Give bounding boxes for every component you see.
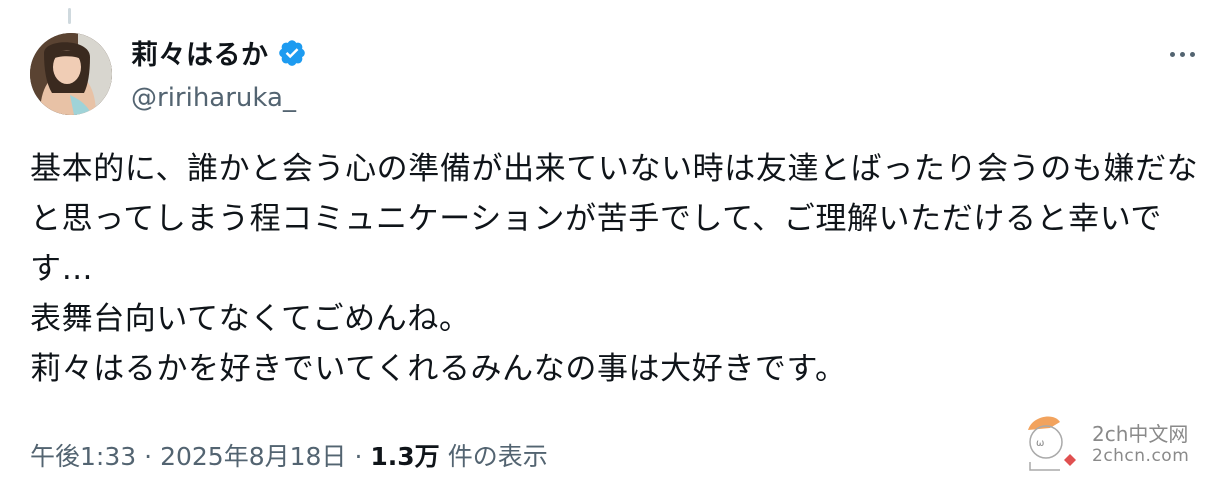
avatar[interactable] [30,33,112,115]
more-dot [1169,51,1175,57]
verified-badge-icon[interactable] [277,38,307,68]
watermark-title: 2ch中文网 [1092,422,1189,446]
more-dot [1179,51,1185,57]
tweet-date[interactable]: 2025年8月18日 [160,437,346,473]
tweet-time[interactable]: 午後1:33 [30,437,136,473]
svg-text:ω: ω [1036,438,1044,449]
more-dot [1189,51,1195,57]
thread-connector-line [68,8,71,24]
view-count-label: 件の表示 [447,442,548,471]
watermark-mascot-icon: ω [1028,416,1076,471]
site-watermark: ω 2ch中文网 2chcn.com [1020,408,1210,478]
more-options-icon[interactable] [1162,42,1202,66]
meta-separator: · [354,442,363,471]
meta-separator: · [144,442,153,471]
tweet-metadata: 午後1:33 · 2025年8月18日 · 1.3万 件の表示 [30,437,548,473]
tweet-text: 基本的に、誰かと会う心の準備が出来ていない時は友達とばったり会うのも嫌だなと思っ… [30,151,1199,387]
user-handle[interactable]: @ririharuka_ [131,83,296,113]
view-count: 1.3万 [370,442,440,471]
display-name[interactable]: 莉々はるか [131,33,269,72]
watermark-url: 2chcn.com [1092,446,1190,466]
avatar-image [30,33,112,115]
